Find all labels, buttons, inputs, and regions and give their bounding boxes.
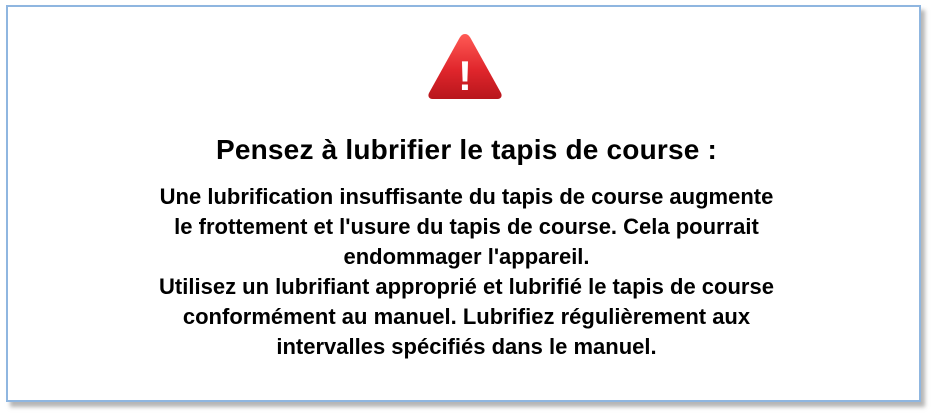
warning-triangle-icon: ! <box>426 31 504 101</box>
warning-message-line: endommager l'appareil. <box>343 244 590 269</box>
warning-message-line: le frottement et l'usure du tapis de cou… <box>174 214 759 239</box>
warning-message-line: intervalles spécifiés dans le manuel. <box>276 334 657 359</box>
warning-message-line: Utilisez un lubrifiant approprié et lubr… <box>159 274 774 299</box>
warning-exclamation-mark: ! <box>458 52 472 99</box>
warning-message: Une lubrification insuffisante du tapis … <box>0 182 933 362</box>
warning-title: Pensez à lubrifier le tapis de course : <box>215 134 718 165</box>
warning-message-line: conformément au manuel. Lubrifiez réguli… <box>182 304 751 329</box>
warning-message-line: Une lubrification insuffisante du tapis … <box>159 184 774 209</box>
